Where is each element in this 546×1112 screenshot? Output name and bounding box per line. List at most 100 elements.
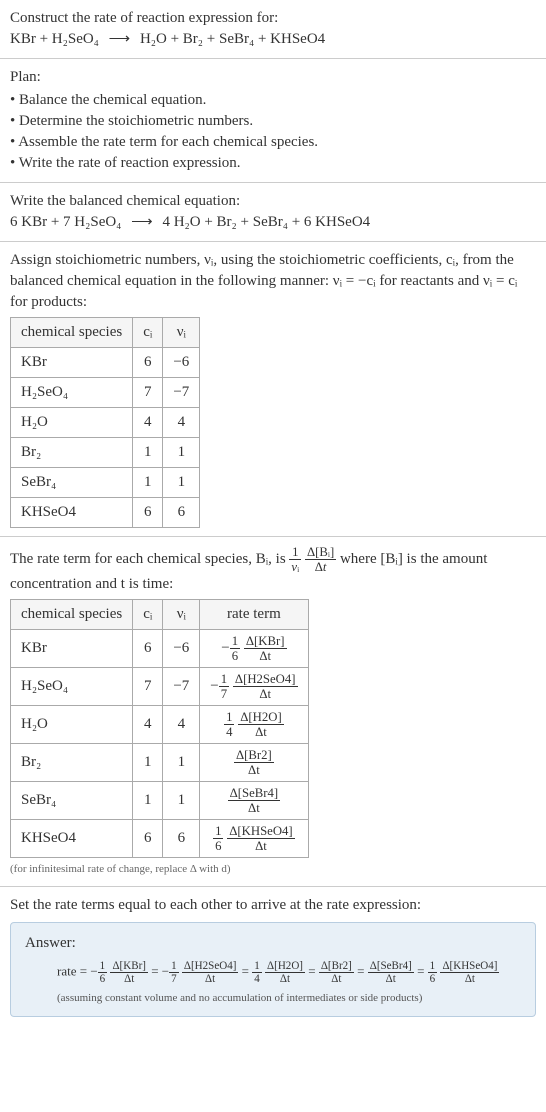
table-row: KBr6−6−16 Δ[KBr]Δt bbox=[11, 630, 309, 668]
cell-rate-term: Δ[SeBr4]Δt bbox=[200, 782, 308, 820]
cell-ci: 6 bbox=[133, 348, 163, 378]
fraction: 14 bbox=[252, 960, 262, 985]
table-row: KHSeO46616 Δ[KHSeO4]Δt bbox=[11, 820, 309, 858]
cell-species: H₂O bbox=[11, 408, 133, 438]
table-header-row: chemical species cᵢ νᵢ rate term bbox=[11, 600, 309, 630]
stoich-section: Assign stoichiometric numbers, νᵢ, using… bbox=[0, 242, 546, 537]
cell-ci: 6 bbox=[133, 630, 163, 668]
cell-species: Br₂ bbox=[11, 744, 133, 782]
balanced-title: Write the balanced chemical equation: bbox=[10, 191, 536, 212]
plan-title: Plan: bbox=[10, 67, 536, 88]
cell-rate-term: 16 Δ[KHSeO4]Δt bbox=[200, 820, 308, 858]
prompt-section: Construct the rate of reaction expressio… bbox=[0, 0, 546, 59]
col-ci: cᵢ bbox=[133, 318, 163, 348]
fraction: 14 bbox=[224, 710, 234, 739]
cell-ci: 4 bbox=[133, 706, 163, 744]
table-row: Br₂11 bbox=[11, 438, 200, 468]
col-vi: νᵢ bbox=[163, 318, 200, 348]
fraction: Δ[KBr]Δt bbox=[110, 960, 148, 985]
balanced-section: Write the balanced chemical equation: 6 … bbox=[0, 183, 546, 242]
eq-rhs: H₂O + Br₂ + SeBr₄ + KHSeO4 bbox=[140, 31, 325, 47]
cell-vi: 6 bbox=[163, 820, 200, 858]
cell-species: KHSeO4 bbox=[11, 498, 133, 528]
generic-delta-frac: Δ[Bᵢ]Δt bbox=[305, 545, 336, 574]
rate-term-table: chemical species cᵢ νᵢ rate term KBr6−6−… bbox=[10, 599, 309, 858]
cell-ci: 1 bbox=[133, 782, 163, 820]
generic-coef-frac: 1νᵢ bbox=[289, 545, 301, 574]
cell-vi: 4 bbox=[163, 408, 200, 438]
fraction: 17 bbox=[219, 672, 229, 701]
stoich-intro: Assign stoichiometric numbers, νᵢ, using… bbox=[10, 250, 536, 313]
cell-vi: −7 bbox=[163, 378, 200, 408]
table-row: KHSeO466 bbox=[11, 498, 200, 528]
fraction: 16 bbox=[230, 634, 240, 663]
table-header-row: chemical species cᵢ νᵢ bbox=[11, 318, 200, 348]
answer-box: Answer: rate = −16 Δ[KBr]Δt = −17 Δ[H2Se… bbox=[10, 922, 536, 1018]
cell-species: KBr bbox=[11, 630, 133, 668]
cell-species: SeBr₄ bbox=[11, 468, 133, 498]
cell-rate-term: 14 Δ[H2O]Δt bbox=[200, 706, 308, 744]
fraction: Δ[SeBr4]Δt bbox=[368, 960, 414, 985]
cell-vi: 1 bbox=[163, 468, 200, 498]
cell-vi: −6 bbox=[163, 630, 200, 668]
cell-ci: 4 bbox=[133, 408, 163, 438]
cell-vi: 6 bbox=[163, 498, 200, 528]
cell-vi: 1 bbox=[163, 782, 200, 820]
table-row: H₂SeO₄7−7−17 Δ[H2SeO4]Δt bbox=[11, 668, 309, 706]
cell-ci: 1 bbox=[133, 744, 163, 782]
unbalanced-equation: KBr + H₂SeO₄ ⟶ H₂O + Br₂ + SeBr₄ + KHSeO… bbox=[10, 29, 536, 50]
rate-expression: rate = −16 Δ[KBr]Δt = −17 Δ[H2SeO4]Δt = … bbox=[57, 960, 521, 985]
fraction: Δ[KHSeO4]Δt bbox=[440, 960, 499, 985]
rate-prefix: rate = bbox=[57, 963, 90, 978]
fraction: Δ[SeBr4]Δt bbox=[228, 786, 281, 815]
cell-ci: 1 bbox=[133, 438, 163, 468]
cell-vi: −7 bbox=[163, 668, 200, 706]
rate-term-section: The rate term for each chemical species,… bbox=[0, 537, 546, 887]
plan-item: Write the rate of reaction expression. bbox=[10, 153, 536, 174]
cell-vi: 1 bbox=[163, 744, 200, 782]
fraction: Δ[KBr]Δt bbox=[244, 634, 287, 663]
cell-ci: 6 bbox=[133, 820, 163, 858]
cell-rate-term: −16 Δ[KBr]Δt bbox=[200, 630, 308, 668]
fraction: Δ[H2SeO4]Δt bbox=[233, 672, 298, 701]
cell-vi: 1 bbox=[163, 438, 200, 468]
cell-species: KHSeO4 bbox=[11, 820, 133, 858]
col-rate-term: rate term bbox=[200, 600, 308, 630]
cell-vi: −6 bbox=[163, 348, 200, 378]
eq-lhs: KBr + H₂SeO₄ bbox=[10, 31, 99, 47]
plan-item: Assemble the rate term for each chemical… bbox=[10, 132, 536, 153]
stoich-table: chemical species cᵢ νᵢ KBr6−6H₂SeO₄7−7H₂… bbox=[10, 317, 200, 528]
cell-ci: 6 bbox=[133, 498, 163, 528]
fraction: 16 bbox=[98, 960, 108, 985]
arrow-icon: ⟶ bbox=[109, 29, 131, 50]
cell-vi: 4 bbox=[163, 706, 200, 744]
cell-species: H₂SeO₄ bbox=[11, 668, 133, 706]
fraction: Δ[KHSeO4]Δt bbox=[227, 824, 294, 853]
cell-ci: 1 bbox=[133, 468, 163, 498]
col-species: chemical species bbox=[11, 600, 133, 630]
cell-species: Br₂ bbox=[11, 438, 133, 468]
table-row: SeBr₄11 bbox=[11, 468, 200, 498]
balanced-equation: 6 KBr + 7 H₂SeO₄ ⟶ 4 H₂O + Br₂ + SeBr₄ +… bbox=[10, 212, 536, 233]
rate-term-intro: The rate term for each chemical species,… bbox=[10, 545, 536, 595]
plan-item: Balance the chemical equation. bbox=[10, 90, 536, 111]
table-row: H₂O44 bbox=[11, 408, 200, 438]
plan-list: Balance the chemical equation.Determine … bbox=[10, 90, 536, 174]
cell-rate-term: −17 Δ[H2SeO4]Δt bbox=[200, 668, 308, 706]
col-ci: cᵢ bbox=[133, 600, 163, 630]
cell-ci: 7 bbox=[133, 668, 163, 706]
fraction: Δ[H2O]Δt bbox=[238, 710, 283, 739]
fraction: 16 bbox=[213, 824, 223, 853]
final-title: Set the rate terms equal to each other t… bbox=[10, 895, 536, 916]
cell-ci: 7 bbox=[133, 378, 163, 408]
col-species: chemical species bbox=[11, 318, 133, 348]
plan-item: Determine the stoichiometric numbers. bbox=[10, 111, 536, 132]
fraction: Δ[Br2]Δt bbox=[234, 748, 274, 777]
prompt-text: Construct the rate of reaction expressio… bbox=[10, 8, 536, 29]
fraction: Δ[Br2]Δt bbox=[319, 960, 354, 985]
final-section: Set the rate terms equal to each other t… bbox=[0, 887, 546, 1026]
cell-species: H₂SeO₄ bbox=[11, 378, 133, 408]
answer-label: Answer: bbox=[25, 933, 521, 954]
table-row: SeBr₄11Δ[SeBr4]Δt bbox=[11, 782, 309, 820]
cell-species: H₂O bbox=[11, 706, 133, 744]
